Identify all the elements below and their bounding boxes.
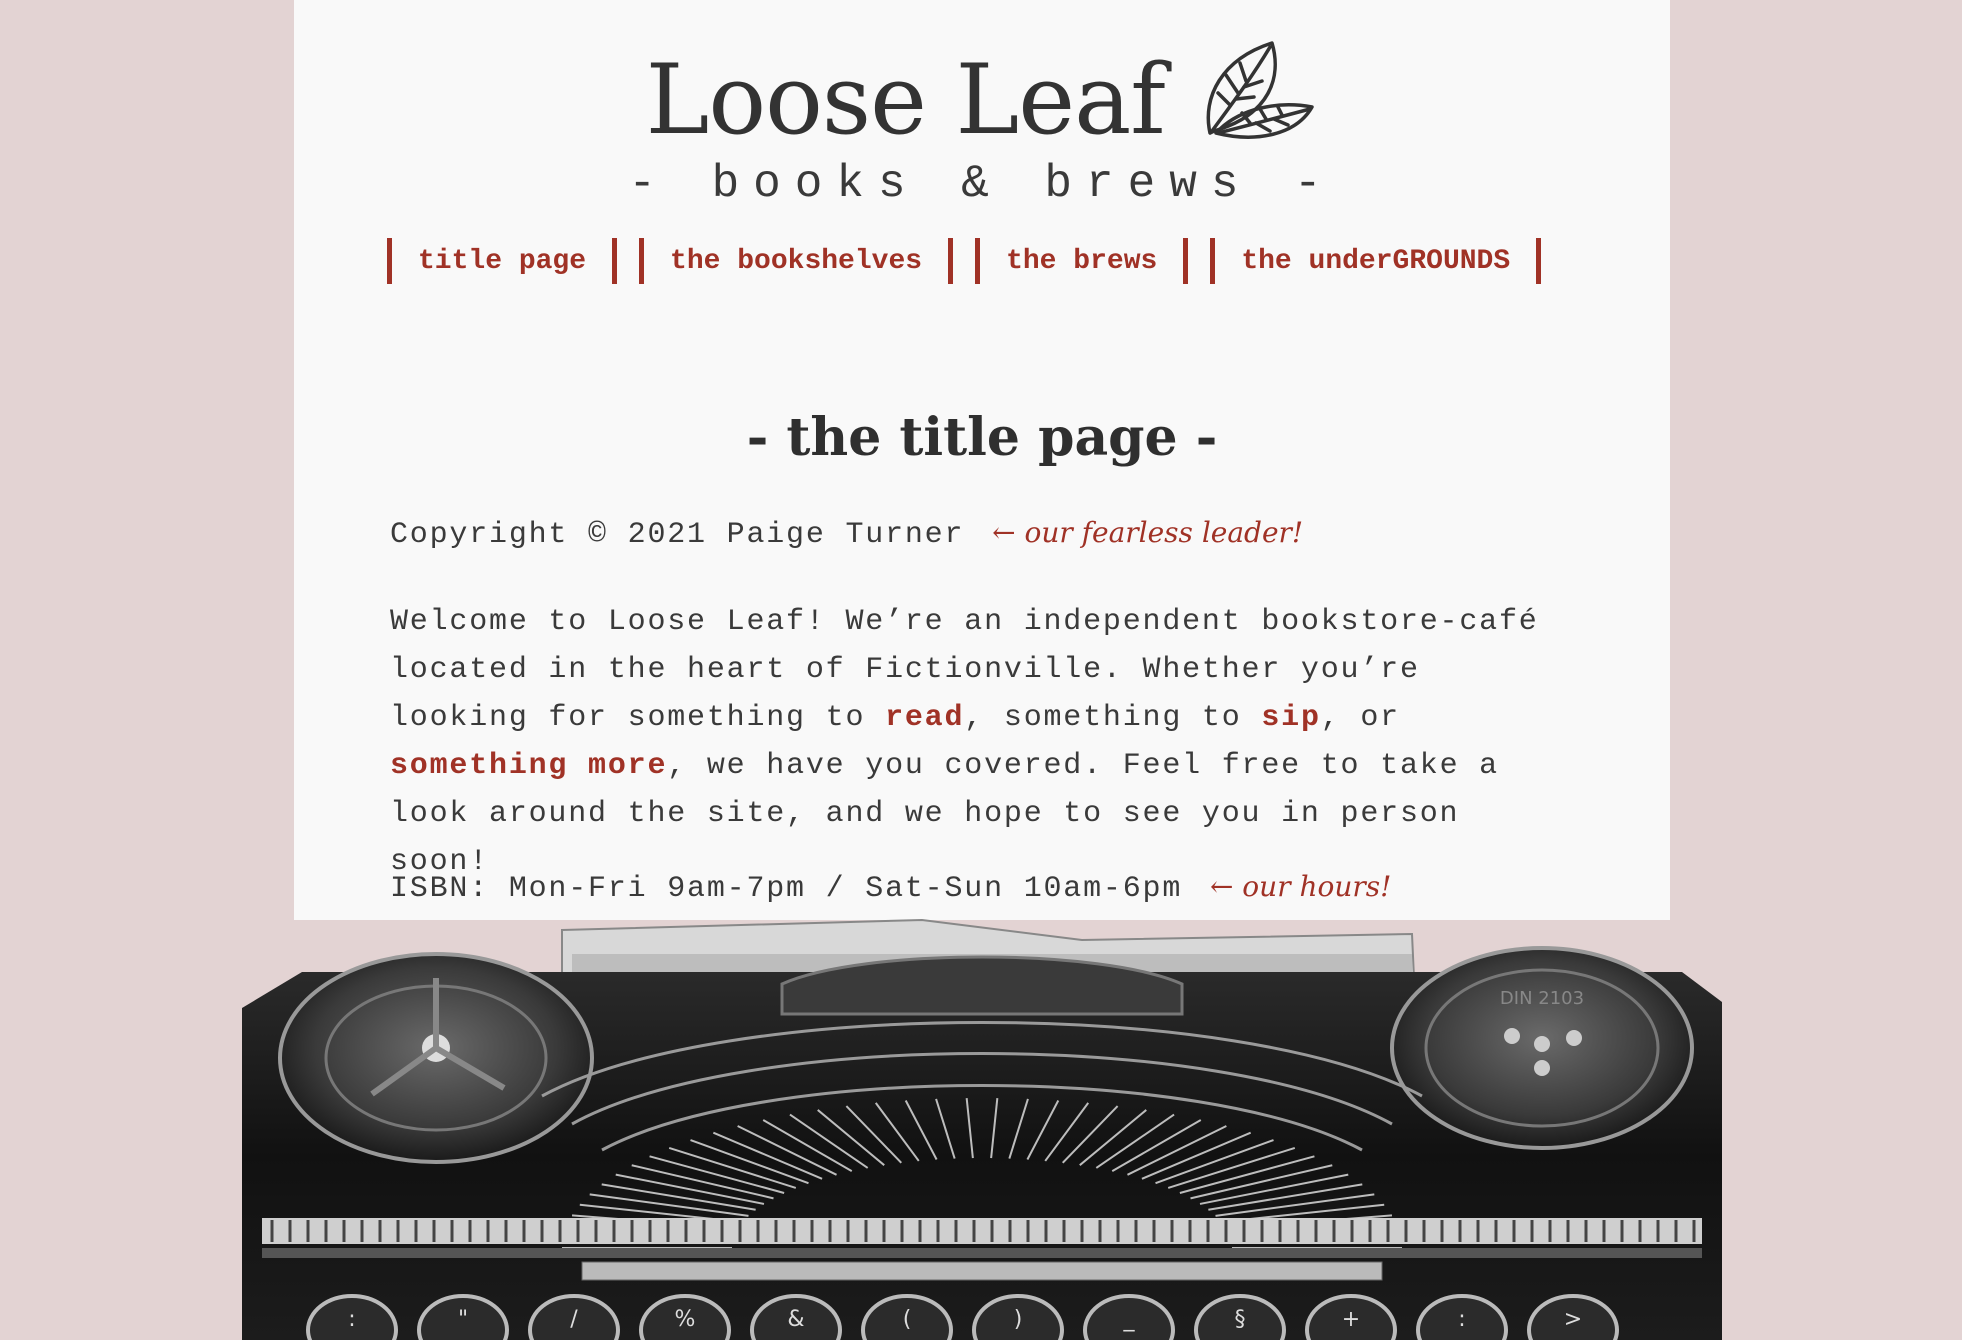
key-label: _	[1123, 1307, 1136, 1332]
copyright-note: ← our fearless leader!	[992, 516, 1304, 549]
site-title[interactable]: Loose Leaf	[646, 40, 1166, 160]
key-label: (	[903, 1307, 912, 1332]
welcome-text-2: , something to	[964, 701, 1262, 735]
copyright-text: Copyright © 2021 Paige Turner	[390, 518, 965, 552]
sip-link[interactable]: sip	[1261, 701, 1320, 735]
read-link[interactable]: read	[885, 701, 964, 735]
key-label: %	[675, 1307, 696, 1332]
nav-item-bookshelves[interactable]: the bookshelves	[639, 238, 954, 284]
main-nav: title page the bookshelves the brews the…	[387, 238, 1563, 284]
welcome-text-3: , or	[1320, 701, 1400, 735]
hours-note: ← our hours!	[1209, 870, 1392, 903]
leaf-icon	[1200, 37, 1318, 141]
typewriter-image: DIN 2103 : " /% & () _ § +: >	[242, 918, 1722, 1340]
key-label: "	[458, 1307, 468, 1332]
key-label: /	[570, 1307, 578, 1332]
hours-line: ISBN: Mon-Fri 9am-7pm / Sat-Sun 10am-6pm…	[390, 870, 1570, 906]
key-label: >	[1564, 1307, 1582, 1332]
key-label: :	[348, 1307, 355, 1332]
spool-label: DIN 2103	[1500, 988, 1584, 1009]
hours-text: ISBN: Mon-Fri 9am-7pm / Sat-Sun 10am-6pm	[390, 872, 1183, 906]
page-sheet: Loose Leaf - books & brews - title page …	[294, 0, 1670, 920]
copyright-line: Copyright © 2021 Paige Turner ← our fear…	[390, 516, 1570, 552]
key-label: §	[1235, 1307, 1246, 1332]
key-label: )	[1014, 1307, 1023, 1332]
left-ribbon-spool	[278, 952, 594, 1164]
nav-item-brews[interactable]: the brews	[975, 238, 1189, 284]
nav-item-undergrounds[interactable]: the underGROUNDS	[1210, 238, 1542, 284]
something-more-link[interactable]: something more	[390, 749, 667, 783]
key-label: +	[1342, 1307, 1360, 1332]
nav-item-title-page[interactable]: title page	[387, 238, 618, 284]
page-title: - the title page -	[746, 406, 1218, 468]
welcome-paragraph: Welcome to Loose Leaf! We’re an independ…	[390, 598, 1570, 886]
key-label: &	[787, 1307, 804, 1332]
site-header: Loose Leaf	[294, 40, 1670, 160]
tagline: - books & brews -	[628, 158, 1336, 210]
right-ribbon-spool: DIN 2103	[1390, 946, 1694, 1150]
key-label: :	[1458, 1307, 1465, 1332]
